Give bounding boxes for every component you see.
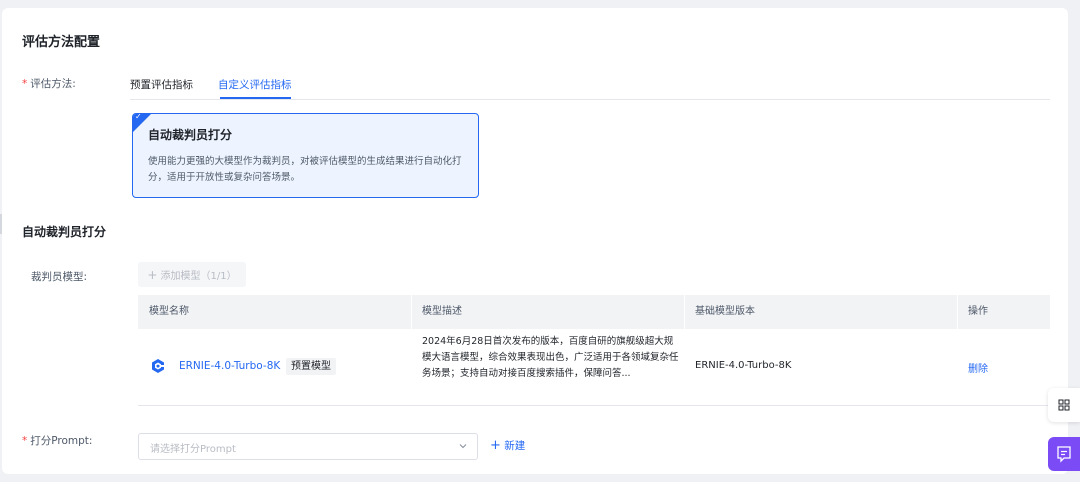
header-actions: 操作	[968, 306, 988, 317]
model-description: 2024年6月28日首次发布的版本，百度自研的旗舰级超大规模大语言模型，综合效果…	[422, 336, 679, 379]
prompt-label-text: 打分Prompt:	[30, 435, 93, 447]
grid-icon	[1058, 399, 1070, 411]
card-title: 自动裁判员打分	[148, 128, 233, 142]
add-model-label: 添加模型（1/1）	[160, 271, 237, 282]
prompt-label: * 打分Prompt:	[22, 433, 92, 448]
plus-icon: +	[490, 438, 501, 453]
chat-icon	[1057, 446, 1071, 463]
header-model-desc: 模型描述	[422, 306, 462, 317]
tabs-divider	[130, 99, 1050, 100]
chevron-down-icon	[459, 444, 467, 449]
config-panel: 评估方法配置 * 评估方法: 预置评估指标 自定义评估指标 ✓ 自动裁判员打分 使…	[2, 8, 1068, 474]
new-prompt-label: 新建	[504, 440, 526, 452]
grid-menu-button[interactable]	[1048, 388, 1080, 422]
required-asterisk: *	[22, 78, 28, 90]
eval-method-label-text: 评估方法:	[30, 78, 76, 90]
delete-button[interactable]: 删除	[968, 360, 988, 375]
header-base-version: 基础模型版本	[695, 306, 755, 317]
auto-judge-card[interactable]: ✓ 自动裁判员打分 使用能力更强的大模型作为裁判员，对被评估模型的生成结果进行自…	[132, 113, 479, 198]
tab-preset-metrics[interactable]: 预置评估指标	[130, 77, 193, 92]
table-header: 模型名称 模型描述 基础模型版本 操作	[138, 295, 1050, 329]
eval-method-label: * 评估方法:	[22, 76, 76, 91]
required-asterisk: *	[22, 435, 28, 447]
header-model-name: 模型名称	[149, 306, 189, 317]
section-title-eval-config: 评估方法配置	[22, 35, 101, 50]
base-model-version: ERNIE-4.0-Turbo-8K	[695, 360, 792, 371]
ernie-logo-icon	[152, 359, 164, 373]
prompt-select-placeholder: 请选择打分Prompt	[150, 444, 236, 455]
preset-model-tag: 预置模型	[286, 358, 336, 375]
column-divider	[684, 295, 685, 329]
card-description: 使用能力更强的大模型作为裁判员，对被评估模型的生成结果进行自动化打分，适用于开放…	[148, 156, 462, 183]
section-title-auto-judge: 自动裁判员打分	[22, 225, 107, 239]
table-row: ERNIE-4.0-Turbo-8K 预置模型 2024年6月28日首次发布的版…	[138, 329, 1050, 406]
tab-custom-metrics[interactable]: 自定义评估指标	[218, 77, 292, 92]
new-prompt-button[interactable]: + 新建	[490, 438, 525, 453]
model-name-link[interactable]: ERNIE-4.0-Turbo-8K	[179, 360, 280, 372]
check-icon: ✓	[135, 113, 142, 121]
column-divider	[957, 295, 958, 329]
judge-model-label: 裁判员模型:	[31, 271, 88, 283]
chat-assistant-button[interactable]	[1048, 437, 1080, 471]
plus-icon: +	[147, 267, 158, 282]
prompt-select[interactable]: 请选择打分Prompt	[138, 433, 478, 460]
column-divider	[411, 295, 412, 329]
add-model-button[interactable]: + 添加模型（1/1）	[138, 262, 246, 287]
active-tab-indicator	[220, 97, 291, 99]
